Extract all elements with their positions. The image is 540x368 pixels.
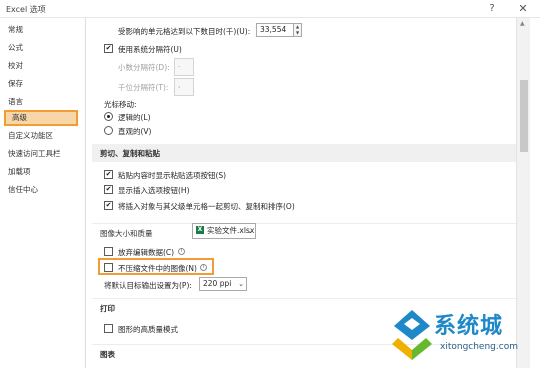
high-quality-graphics-checkbox[interactable]: [104, 324, 113, 333]
info-icon: i: [178, 248, 185, 255]
unaffected-cells-input[interactable]: 33,554: [256, 23, 294, 37]
help-icon[interactable]: ?: [484, 1, 500, 17]
default-target-output-label: 将默认目标输出设置为(P):: [104, 281, 192, 290]
cursor-movement-label: 光标移动:: [104, 100, 137, 109]
chevron-down-icon: ⌄: [247, 227, 253, 235]
unaffected-cells-spinner[interactable]: ▲ ▼: [293, 23, 302, 37]
show-paste-options-label: 粘贴内容时显示粘贴选项按钮(S): [118, 171, 227, 180]
section-image-size-title: 图像大小和质量: [100, 229, 153, 238]
watermark-url: xitongcheng.com: [440, 342, 518, 352]
sidebar-item-add-ins[interactable]: 加载项: [8, 164, 31, 180]
cut-copy-sort-objects-label: 将插入对象与其父级单元格一起剪切、复制和排序(O): [118, 202, 295, 211]
use-system-separators-checkbox[interactable]: [104, 44, 113, 53]
highlight-do-not-compress: [98, 258, 214, 275]
high-quality-graphics-label: 图形的高质量模式: [118, 325, 178, 334]
section-cut-copy-paste-title: 剪切、复制和粘贴: [100, 149, 160, 158]
scroll-up-icon[interactable]: ▲: [520, 20, 525, 27]
sidebar-item-proofing[interactable]: 校对: [8, 58, 23, 74]
sidebar-item-trust-center[interactable]: 信任中心: [8, 182, 38, 198]
sidebar-item-formulas[interactable]: 公式: [8, 40, 23, 56]
title-bar: Excel 选项 ? ✕: [0, 0, 540, 18]
watermark-logo: 系统城 xitongcheng.com: [390, 304, 540, 368]
cut-copy-sort-objects-checkbox[interactable]: [104, 201, 113, 210]
thousands-separator-input[interactable]: ,: [174, 78, 194, 96]
section-image-size: 图像大小和质量: [92, 223, 516, 241]
sidebar-item-customize-ribbon[interactable]: 自定义功能区: [8, 128, 53, 144]
discard-editing-data-label: 放弃编辑数据(C): [118, 248, 175, 257]
sidebar-item-quick-access-toolbar[interactable]: 快速访问工具栏: [8, 146, 61, 162]
excel-file-icon: X: [196, 226, 204, 234]
cursor-logical-radio[interactable]: [104, 112, 113, 121]
chevron-down-icon: ⌄: [238, 280, 244, 288]
sidebar-item-advanced[interactable]: 高级: [4, 110, 78, 126]
sidebar-item-language[interactable]: 语言: [8, 94, 23, 110]
sidebar: 常规 公式 校对 保存 语言 高级 自定义功能区 快速访问工具栏 加载项 信任中…: [0, 18, 86, 368]
use-system-separators-label: 使用系统分隔符(U): [118, 45, 182, 54]
watermark-text: 系统城: [434, 314, 504, 339]
discard-editing-data-checkbox[interactable]: [104, 247, 113, 256]
sidebar-item-general[interactable]: 常规: [8, 22, 23, 38]
image-file-dropdown[interactable]: X 实验文件.xlsx ⌄: [192, 223, 256, 239]
cursor-visual-label: 直观的(V): [118, 127, 152, 136]
show-insert-options-checkbox[interactable]: [104, 185, 113, 194]
scrollbar-thumb[interactable]: [520, 80, 528, 152]
cursor-visual-radio[interactable]: [104, 126, 113, 135]
window-title: Excel 选项: [6, 5, 46, 14]
section-print-title: 打印: [100, 304, 115, 313]
decimal-separator-input[interactable]: .: [174, 58, 194, 76]
show-paste-options-checkbox[interactable]: [104, 170, 113, 179]
decimal-separator-label: 小数分隔符(D):: [118, 63, 170, 72]
default-target-output-value: 220 ppi: [203, 279, 232, 288]
section-cut-copy-paste: 剪切、复制和粘贴: [92, 144, 516, 162]
cursor-logical-label: 逻辑的(L): [118, 113, 151, 122]
thousands-separator-label: 千位分隔符(T):: [118, 83, 169, 92]
windows-logo-icon: [392, 310, 432, 360]
unaffected-cells-label: 受影响的单元格达到以下数目时(千)(U):: [118, 27, 251, 36]
default-target-output-dropdown[interactable]: 220 ppi ⌄: [199, 277, 247, 291]
show-insert-options-label: 显示插入选项按钮(H): [118, 186, 190, 195]
sidebar-item-save[interactable]: 保存: [8, 76, 23, 92]
close-icon[interactable]: ✕: [514, 1, 532, 17]
section-chart-title: 图表: [100, 350, 115, 359]
